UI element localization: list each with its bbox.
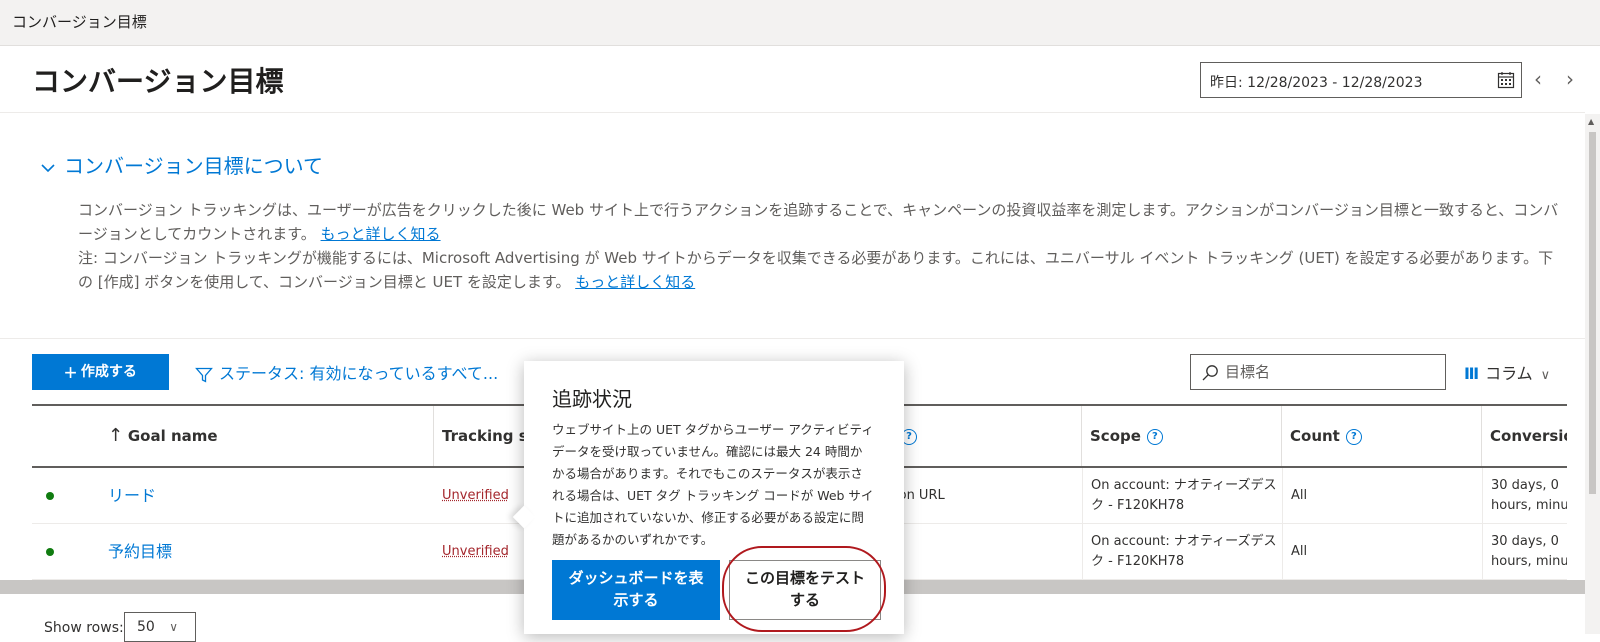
goal-name-link[interactable]: 予約目標 xyxy=(108,542,172,561)
tracking-status-link[interactable]: Unverified xyxy=(442,544,509,559)
scrollbar-thumb[interactable] xyxy=(1589,132,1596,494)
status-filter-label: ステータス: 有効になっているすべて... xyxy=(219,364,499,383)
view-dashboard-button[interactable]: ダッシュボードを表示する xyxy=(552,560,720,620)
about-paragraph-1: コンバージョン トラッキングは、ユーザーが広告をクリックした後に Web サイト… xyxy=(78,201,1559,243)
conversion-window-cell: 30 days, 0 hours, minutes xyxy=(1482,468,1567,524)
sort-ascending-icon: ↑ xyxy=(108,425,124,446)
chevron-down-icon xyxy=(41,163,55,172)
top-bar: コンバージョン目標 xyxy=(0,0,1600,46)
status-filter[interactable]: ステータス: 有効になっているすべて... xyxy=(195,360,498,384)
header-conversion-window[interactable]: Conversion wi xyxy=(1482,406,1567,466)
about-paragraph-2: 注: コンバージョン トラッキングが機能するには、Microsoft Adver… xyxy=(78,249,1554,291)
status-active-dot xyxy=(46,548,54,556)
show-rows-select[interactable]: 50 ∨ xyxy=(124,612,196,642)
columns-label: コラム xyxy=(1485,364,1533,383)
goal-name-link[interactable]: リード xyxy=(108,486,156,505)
chevron-down-icon: ∨ xyxy=(169,620,179,634)
chevron-down-icon: ∨ xyxy=(1540,368,1551,383)
about-description: コンバージョン トラッキングは、ユーザーが広告をクリックした後に Web サイト… xyxy=(78,198,1568,294)
header-tracking-status[interactable]: Tracking st xyxy=(434,406,534,466)
tracking-status-link[interactable]: Unverified xyxy=(442,488,509,503)
goal-type-cell xyxy=(887,524,1082,580)
conversion-window-cell: 30 days, 0 hours, minutes xyxy=(1482,524,1567,580)
scope-cell: On account: ナオティーズデスク - F120KH78 xyxy=(1082,468,1282,524)
create-button-label: 作成する xyxy=(80,363,137,380)
search-input[interactable] xyxy=(1225,361,1435,383)
about-section-toggle[interactable]: コンバージョン目標について xyxy=(40,150,323,179)
show-rows-value: 50 xyxy=(137,619,155,635)
help-icon[interactable]: ? xyxy=(1345,428,1362,445)
search-icon xyxy=(1202,365,1218,381)
vertical-scrollbar[interactable]: ▲ xyxy=(1585,114,1600,634)
scope-cell: On account: ナオティーズデスク - F120KH78 xyxy=(1082,524,1282,580)
header-goal-name[interactable]: ↑ Goal name xyxy=(104,406,434,466)
tracking-status-callout: 追跡状況 ウェブサイト上の UET タグからユーザー アクティビティ データを受… xyxy=(512,361,904,634)
header-type[interactable]: ? xyxy=(887,406,1082,466)
window-title: コンバージョン目標 xyxy=(12,13,147,31)
columns-button[interactable]: Ⅲ コラム ∨ xyxy=(1464,360,1550,384)
header-count-label: Count xyxy=(1290,427,1340,445)
scroll-up-icon[interactable]: ▲ xyxy=(1588,117,1594,126)
goal-type-cell: ion URL xyxy=(895,488,945,503)
goal-search-box[interactable] xyxy=(1190,354,1446,390)
about-heading: コンバージョン目標について xyxy=(64,154,323,178)
divider xyxy=(0,112,1585,113)
page-title: コンバージョン目標 xyxy=(32,65,284,98)
create-button[interactable]: + 作成する xyxy=(32,354,169,390)
filter-icon xyxy=(195,367,213,383)
header-count[interactable]: Count? xyxy=(1282,406,1482,466)
header-status-col xyxy=(32,406,104,466)
prev-date-button[interactable]: ‹ xyxy=(1528,68,1548,92)
count-cell: All xyxy=(1282,468,1482,524)
date-range-picker[interactable]: 昨日: 12/28/2023 - 12/28/2023 xyxy=(1200,62,1522,98)
header-scope[interactable]: Scope? xyxy=(1082,406,1282,466)
date-range-value: 昨日: 12/28/2023 - 12/28/2023 xyxy=(1210,75,1423,91)
next-date-button[interactable]: › xyxy=(1560,68,1580,92)
status-active-dot xyxy=(46,492,54,500)
plus-icon: + xyxy=(64,359,77,385)
learn-more-link-2[interactable]: もっと詳しく知る xyxy=(575,273,695,291)
columns-icon: Ⅲ xyxy=(1464,364,1480,383)
learn-more-link-1[interactable]: もっと詳しく知る xyxy=(321,225,441,243)
callout-body: ウェブサイト上の UET タグからユーザー アクティビティ データを受け取ってい… xyxy=(552,422,874,547)
header-goal-name-label: Goal name xyxy=(127,427,218,445)
test-goal-button[interactable]: この目標をテストする xyxy=(729,560,881,620)
count-cell: All xyxy=(1282,524,1482,580)
calendar-icon[interactable] xyxy=(1497,71,1515,89)
help-icon[interactable]: ? xyxy=(1146,428,1163,445)
header-scope-label: Scope xyxy=(1090,427,1141,445)
callout-title: 追跡状況 xyxy=(552,387,632,411)
divider xyxy=(0,338,1585,339)
